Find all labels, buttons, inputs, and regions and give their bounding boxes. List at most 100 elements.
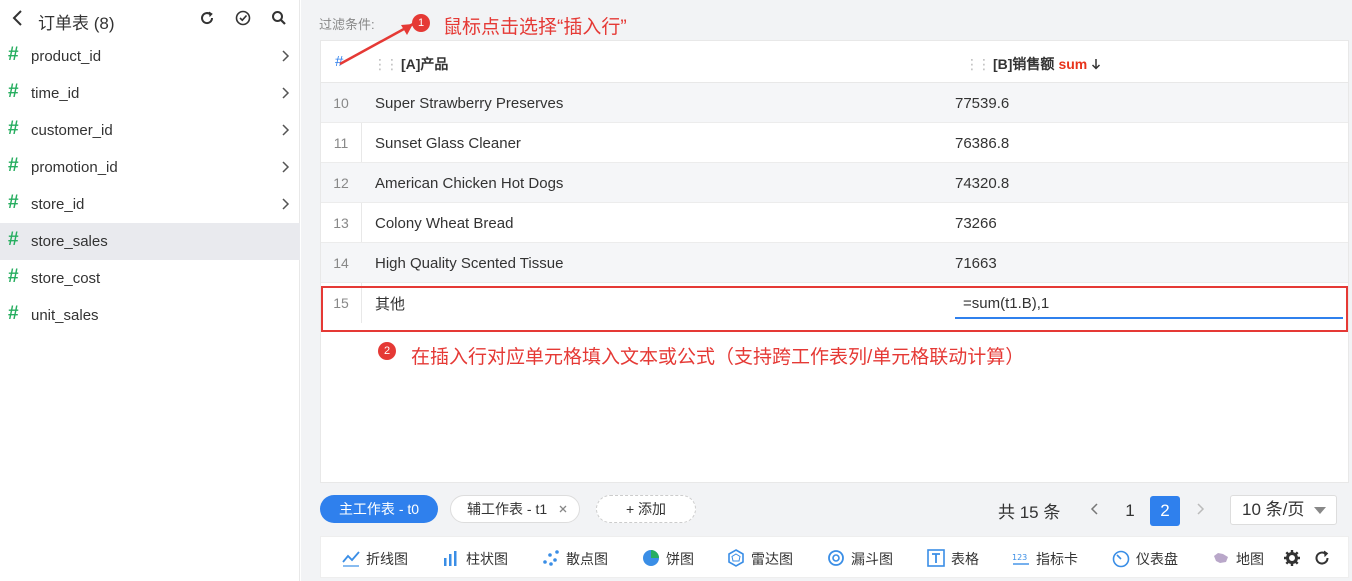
- close-icon[interactable]: [557, 503, 569, 515]
- page-button-2[interactable]: 2: [1150, 496, 1180, 526]
- chart-button-label: 仪表盘: [1136, 551, 1178, 567]
- drag-handle-icon[interactable]: ⋮⋮: [965, 56, 991, 72]
- column-header-b[interactable]: ⋮⋮ [B]销售额 sum: [965, 54, 1101, 74]
- add-sheet-button[interactable]: + 添加: [596, 495, 696, 523]
- bar-chart-icon: [444, 551, 457, 566]
- field-item-product-id[interactable]: # product_id: [0, 38, 300, 75]
- cell-product[interactable]: Sunset Glass Cleaner: [375, 135, 521, 152]
- numeric-field-icon: #: [8, 44, 19, 65]
- inserted-row[interactable]: 15 其他: [321, 283, 1348, 323]
- field-label: promotion_id: [31, 159, 118, 176]
- chart-button-label: 饼图: [666, 551, 694, 567]
- chevron-right-icon[interactable]: [280, 123, 290, 137]
- formula-input[interactable]: [955, 289, 1343, 319]
- chevron-right-icon[interactable]: [280, 160, 290, 174]
- search-icon[interactable]: [270, 9, 288, 27]
- table-row[interactable]: 10 Super Strawberry Preserves 77539.6: [321, 83, 1348, 123]
- line-chart-icon: [342, 551, 360, 567]
- page-button-1[interactable]: 1: [1115, 496, 1145, 526]
- cell-sales[interactable]: 74320.8: [955, 175, 1009, 192]
- cell-product-custom[interactable]: 其他: [375, 293, 405, 314]
- chart-button-label: 柱状图: [466, 551, 508, 567]
- cell-sales[interactable]: 73266: [955, 215, 997, 232]
- cell-sales[interactable]: 76386.8: [955, 135, 1009, 152]
- numeric-field-icon: #: [8, 81, 19, 102]
- chart-button-label: 雷达图: [751, 551, 793, 567]
- field-item-store-id[interactable]: # store_id: [0, 186, 300, 223]
- row-number: 15: [333, 295, 349, 311]
- chevron-right-icon[interactable]: [280, 49, 290, 63]
- cell-product[interactable]: Super Strawberry Preserves: [375, 95, 563, 112]
- radar-chart-icon: [728, 549, 744, 567]
- table-header: # ⋮⋮ [A]产品 ⋮⋮ [B]销售额 sum: [321, 41, 1348, 83]
- table-row[interactable]: 14 High Quality Scented Tissue 71663: [321, 243, 1348, 283]
- field-item-unit-sales[interactable]: # unit_sales: [0, 297, 300, 334]
- chart-toolbar: 折线图 柱状图 散点图 饼图 雷达图 漏斗图 表格 123 指标卡 仪表盘 地图: [320, 536, 1349, 578]
- field-label: store_id: [31, 196, 85, 213]
- table-row[interactable]: 12 American Chicken Hot Dogs 74320.8: [321, 163, 1348, 203]
- map-icon: [1214, 553, 1228, 563]
- field-item-promotion-id[interactable]: # promotion_id: [0, 149, 300, 186]
- chart-button-label: 折线图: [366, 551, 408, 567]
- chevron-right-icon[interactable]: [1192, 499, 1208, 519]
- pager-total: 共 15 条: [998, 503, 1061, 522]
- field-label: unit_sales: [31, 307, 99, 324]
- chevron-left-icon[interactable]: [1087, 499, 1103, 519]
- field-label: store_cost: [31, 270, 101, 287]
- metric-card-icon: 123: [1012, 553, 1029, 565]
- row-number: 14: [333, 255, 349, 271]
- table-row[interactable]: 13 Colony Wheat Bread 73266: [321, 203, 1348, 243]
- cell-product[interactable]: Colony Wheat Bread: [375, 215, 513, 232]
- sort-desc-icon[interactable]: [1091, 58, 1101, 70]
- step-badge-2: 2: [378, 342, 396, 360]
- svg-text:123: 123: [1012, 553, 1027, 562]
- chart-button-label: 指标卡: [1036, 551, 1078, 567]
- numeric-field-icon: #: [8, 155, 19, 176]
- pie-chart-icon: [643, 550, 659, 566]
- field-item-customer-id[interactable]: # customer_id: [0, 112, 300, 149]
- field-label: store_sales: [31, 233, 108, 250]
- field-item-store-cost[interactable]: # store_cost: [0, 260, 300, 297]
- numeric-field-icon: #: [8, 229, 19, 250]
- numeric-field-icon: #: [8, 118, 19, 139]
- table-row[interactable]: 11 Sunset Glass Cleaner 76386.8: [321, 123, 1348, 163]
- chevron-right-icon[interactable]: [280, 197, 290, 211]
- column-b-title: [B]销售额: [993, 56, 1055, 72]
- gear-icon[interactable]: [1282, 548, 1302, 568]
- row-number: 11: [333, 135, 349, 151]
- cell-sales[interactable]: 71663: [955, 255, 997, 272]
- funnel-chart-icon: [828, 550, 844, 566]
- refresh-icon[interactable]: [198, 9, 216, 27]
- row-number: 10: [333, 95, 349, 111]
- field-item-time-id[interactable]: # time_id: [0, 75, 300, 112]
- field-label: customer_id: [31, 122, 113, 139]
- chart-button-label: 漏斗图: [851, 551, 893, 567]
- cell-product[interactable]: American Chicken Hot Dogs: [375, 175, 563, 192]
- cell-product[interactable]: High Quality Scented Tissue: [375, 255, 563, 272]
- data-table: # ⋮⋮ [A]产品 ⋮⋮ [B]销售额 sum 10 Super Strawberr…: [320, 40, 1349, 483]
- check-circle-icon[interactable]: [234, 9, 252, 27]
- refresh-icon[interactable]: [1312, 548, 1332, 568]
- chevron-right-icon[interactable]: [280, 86, 290, 100]
- field-label: time_id: [31, 85, 80, 102]
- main-panel: 过滤条件: # ⋮⋮ [A]产品 ⋮⋮ [B]销售额 sum 10 Super Str…: [301, 0, 1352, 581]
- app-root: 订单表 (8) # product_id # time_id # custome…: [0, 0, 1352, 581]
- cell-sales[interactable]: 77539.6: [955, 95, 1009, 112]
- numeric-field-icon: #: [8, 192, 19, 213]
- chart-button-label: 地图: [1236, 551, 1264, 567]
- field-list: # product_id # time_id # customer_id # p…: [0, 38, 300, 334]
- field-label: product_id: [31, 48, 102, 65]
- annotation-step1-text: 鼠标点击选择“插入行”: [443, 17, 627, 38]
- field-item-store-sales[interactable]: # store_sales: [0, 223, 300, 260]
- back-icon[interactable]: [10, 8, 26, 28]
- page-size-select[interactable]: 10 条/页: [1230, 495, 1337, 525]
- tab-main-sheet[interactable]: 主工作表 - t0: [320, 495, 438, 523]
- gauge-icon: [1112, 550, 1130, 568]
- field-sidebar: 订单表 (8) # product_id # time_id # custome…: [0, 0, 300, 581]
- aggregation-tag[interactable]: sum: [1058, 56, 1087, 72]
- table-icon: [927, 549, 945, 567]
- tab-aux-sheet[interactable]: 辅工作表 - t1: [450, 495, 580, 523]
- caret-down-icon: [1314, 507, 1326, 514]
- row-number: 12: [333, 175, 349, 191]
- chart-button-label: 表格: [951, 551, 979, 567]
